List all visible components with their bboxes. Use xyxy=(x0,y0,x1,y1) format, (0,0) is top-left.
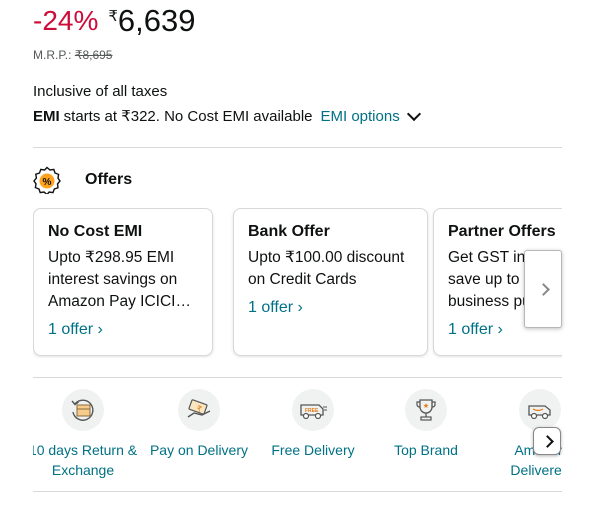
feature-free-delivery[interactable]: FREE Free Delivery xyxy=(258,385,368,460)
amazon-truck-icon xyxy=(519,389,561,431)
offer-card-title: No Cost EMI xyxy=(48,223,143,240)
trophy-icon: ★ xyxy=(405,389,447,431)
offers-title: Offers xyxy=(85,171,133,188)
feature-label: Top Brand xyxy=(394,442,458,458)
price-amount: 6,639 xyxy=(117,3,196,38)
offer-card-link[interactable]: 1 offer › xyxy=(48,321,198,339)
offer-card-title: Partner Offers xyxy=(448,223,556,240)
divider xyxy=(33,491,562,492)
svg-text:%: % xyxy=(43,177,52,188)
feature-top-brand[interactable]: ★ Top Brand xyxy=(371,385,481,460)
chevron-right-icon xyxy=(540,434,554,448)
price-row: -24% ₹ 6,639 xyxy=(33,4,196,38)
offer-card-link[interactable]: 1 offer › xyxy=(248,299,413,317)
mrp-label: M.R.P.: xyxy=(33,48,72,62)
offer-card-title: Bank Offer xyxy=(248,223,330,240)
mrp-value: ₹8,695 xyxy=(74,48,113,62)
discount-percentage: -24% xyxy=(33,5,99,36)
emi-text: starts at ₹322. No Cost EMI available xyxy=(63,108,313,125)
offer-card-no-cost-emi[interactable]: No Cost EMI Upto ₹298.95 EMI interest sa… xyxy=(33,208,213,356)
offer-card-body: Upto ₹100.00 discount on Credit Cards xyxy=(248,249,405,288)
offers-next-button[interactable] xyxy=(524,250,562,328)
offer-badge-icon: % xyxy=(33,166,61,194)
chevron-right-icon xyxy=(536,282,550,296)
taxes-note: Inclusive of all taxes xyxy=(33,83,168,100)
offer-cards-carousel: No Cost EMI Upto ₹298.95 EMI interest sa… xyxy=(33,208,562,358)
features-next-button[interactable] xyxy=(533,427,561,455)
offers-header: % Offers xyxy=(33,166,132,194)
emi-row: EMI starts at ₹322. No Cost EMI availabl… xyxy=(33,106,421,125)
offer-card-body: Upto ₹298.95 EMI interest savings on Ama… xyxy=(48,249,191,310)
divider xyxy=(33,377,562,378)
return-box-icon xyxy=(62,389,104,431)
features-carousel: 10 days Return & Exchange ₹ Pay on Deliv… xyxy=(33,385,562,485)
currency-symbol: ₹ xyxy=(108,8,118,25)
emi-options-link[interactable]: EMI options xyxy=(321,108,400,125)
feature-label: Pay on Delivery xyxy=(149,442,249,458)
offer-card-bank-offer[interactable]: Bank Offer Upto ₹100.00 discount on Cred… xyxy=(233,208,428,356)
emi-bold-label: EMI xyxy=(33,107,60,125)
feature-label: Free Delivery xyxy=(271,442,355,458)
divider xyxy=(33,147,562,148)
svg-text:★: ★ xyxy=(423,402,429,410)
feature-pay-on-delivery[interactable]: ₹ Pay on Delivery xyxy=(144,385,254,460)
chevron-down-icon[interactable] xyxy=(406,106,421,121)
feature-label: 10 days Return & Exchange xyxy=(33,442,138,478)
svg-text:FREE: FREE xyxy=(305,408,319,414)
free-delivery-truck-icon: FREE xyxy=(292,389,334,431)
cash-hand-icon: ₹ xyxy=(178,389,220,431)
feature-return[interactable]: 10 days Return & Exchange xyxy=(33,385,138,480)
mrp: M.R.P.: ₹8,695 xyxy=(33,48,112,62)
